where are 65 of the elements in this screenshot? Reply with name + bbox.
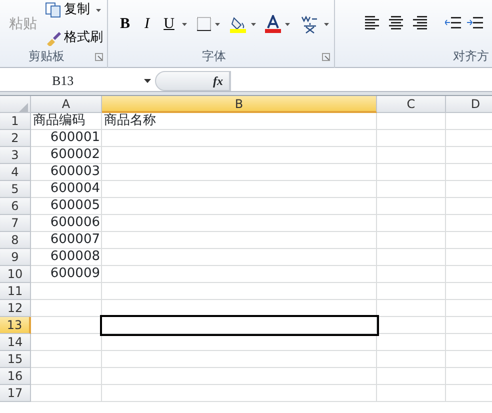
row-header[interactable]: 5: [0, 181, 31, 198]
table-cell[interactable]: 600005: [31, 198, 102, 215]
align-left-icon[interactable]: [365, 16, 379, 30]
caret-icon[interactable]: [324, 22, 329, 26]
increase-indent-icon[interactable]: [467, 16, 483, 30]
row-header[interactable]: 17: [0, 385, 31, 402]
column-header[interactable]: D: [446, 96, 492, 113]
column-header[interactable]: C: [377, 96, 446, 113]
format-painter-button[interactable]: 格式刷: [42, 28, 106, 48]
caret-icon[interactable]: [215, 22, 220, 26]
insert-function-button[interactable]: fx: [213, 72, 223, 90]
row-header[interactable]: 7: [0, 215, 31, 232]
row-header[interactable]: 14: [0, 334, 31, 351]
row-header[interactable]: 9: [0, 249, 31, 266]
table-cell[interactable]: 商品名称: [102, 113, 377, 130]
align-center-icon[interactable]: [389, 16, 403, 30]
corner-triangle-icon: [18, 102, 28, 112]
caret-icon[interactable]: [96, 8, 101, 12]
name-box[interactable]: B13: [0, 70, 155, 90]
table-cell[interactable]: 600006: [31, 215, 102, 232]
group-label: 字体: [201, 48, 227, 65]
table-cell[interactable]: 600002: [31, 147, 102, 164]
row-header[interactable]: 4: [0, 164, 31, 181]
table-cell[interactable]: 商品编码: [31, 113, 102, 130]
launcher-icon[interactable]: [95, 53, 103, 61]
active-cell[interactable]: [102, 317, 377, 334]
name-box-value: B13: [52, 72, 74, 90]
phonetic-icon[interactable]: [300, 14, 320, 34]
row-header[interactable]: 2: [0, 130, 31, 147]
font-color-icon[interactable]: [264, 15, 282, 33]
row-header[interactable]: 6: [0, 198, 31, 215]
brush-icon[interactable]: [45, 30, 61, 46]
table-cell[interactable]: 600001: [31, 130, 102, 147]
row-header[interactable]: 13: [0, 317, 31, 334]
table-cell[interactable]: 600003: [31, 164, 102, 181]
row-header[interactable]: 11: [0, 283, 31, 300]
row-header[interactable]: 1: [0, 113, 31, 130]
group-label: 剪贴板: [28, 48, 66, 65]
table-cell[interactable]: 600009: [31, 266, 102, 283]
fill-color-icon[interactable]: [230, 15, 248, 33]
decrease-indent-icon[interactable]: [445, 16, 461, 30]
row-header[interactable]: 15: [0, 351, 31, 368]
launcher-icon[interactable]: [322, 53, 330, 61]
group-label: 对齐方: [453, 48, 489, 65]
italic-button[interactable]: I: [136, 14, 158, 34]
table-cell[interactable]: 600004: [31, 181, 102, 198]
table-cell[interactable]: 600008: [31, 249, 102, 266]
row-header[interactable]: 10: [0, 266, 31, 283]
row-header[interactable]: 12: [0, 300, 31, 317]
align-right-icon[interactable]: [413, 16, 427, 30]
table-cell[interactable]: 600007: [31, 232, 102, 249]
underline-button[interactable]: U: [158, 14, 180, 34]
caret-icon[interactable]: [285, 22, 290, 26]
row-header[interactable]: 3: [0, 147, 31, 164]
column-header[interactable]: A: [31, 96, 102, 113]
copy-button[interactable]: 复制: [42, 0, 104, 20]
caret-icon[interactable]: [251, 22, 256, 26]
column-header[interactable]: B: [102, 96, 377, 113]
caret-icon[interactable]: [182, 22, 187, 26]
row-header[interactable]: 16: [0, 368, 31, 385]
row-header[interactable]: 8: [0, 232, 31, 249]
copy-icon[interactable]: [45, 2, 61, 18]
bold-button[interactable]: B: [114, 14, 136, 34]
borders-icon[interactable]: [197, 17, 211, 31]
caret-icon[interactable]: [144, 78, 151, 82]
